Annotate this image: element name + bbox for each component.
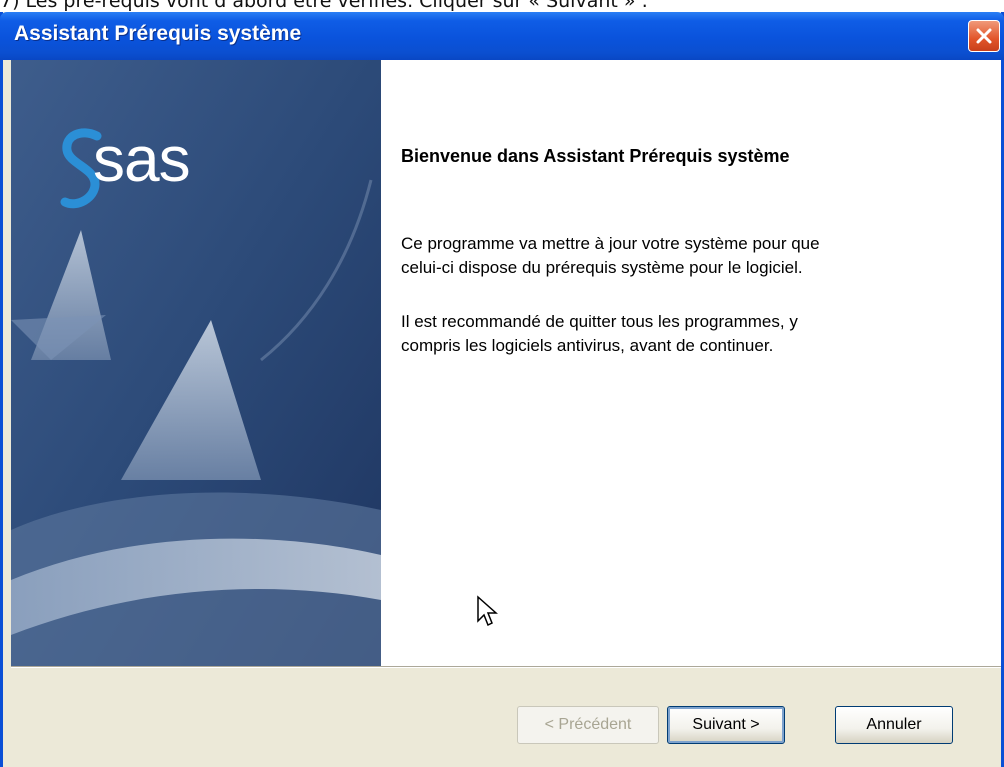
- sas-logo-text: sas: [93, 123, 191, 195]
- welcome-heading: Bienvenue dans Assistant Prérequis systè…: [401, 146, 790, 166]
- next-button[interactable]: Suivant >: [667, 706, 785, 744]
- intro-line-2: celui-ci dispose du prérequis système po…: [401, 258, 803, 277]
- instruction-caption: 7) Les pré-requis vont d’abord être véri…: [0, 0, 648, 12]
- intro-line-1: Ce programme va mettre à jour votre syst…: [401, 234, 820, 253]
- title-bar[interactable]: Assistant Prérequis système: [0, 12, 1004, 60]
- cancel-button[interactable]: Annuler: [835, 706, 953, 744]
- content-panel: Bienvenue dans Assistant Prérequis systè…: [381, 60, 1001, 666]
- warning-paragraph: Il est recommandé de quitter tous les pr…: [401, 310, 961, 358]
- side-banner: sas: [11, 60, 381, 666]
- window-title: Assistant Prérequis système: [14, 22, 302, 45]
- intro-paragraph: Ce programme va mettre à jour votre syst…: [401, 232, 961, 280]
- footer-separator: [11, 666, 1001, 668]
- close-button[interactable]: [968, 20, 1000, 52]
- back-button[interactable]: < Précédent: [517, 706, 659, 744]
- warning-line-2: compris les logiciels antivirus, avant d…: [401, 336, 774, 355]
- wizard-window: Assistant Prérequis système sas Bienvenu…: [0, 12, 1004, 767]
- mouse-cursor-icon: [477, 595, 498, 627]
- warning-line-1: Il est recommandé de quitter tous les pr…: [401, 312, 798, 331]
- close-icon: [976, 28, 992, 44]
